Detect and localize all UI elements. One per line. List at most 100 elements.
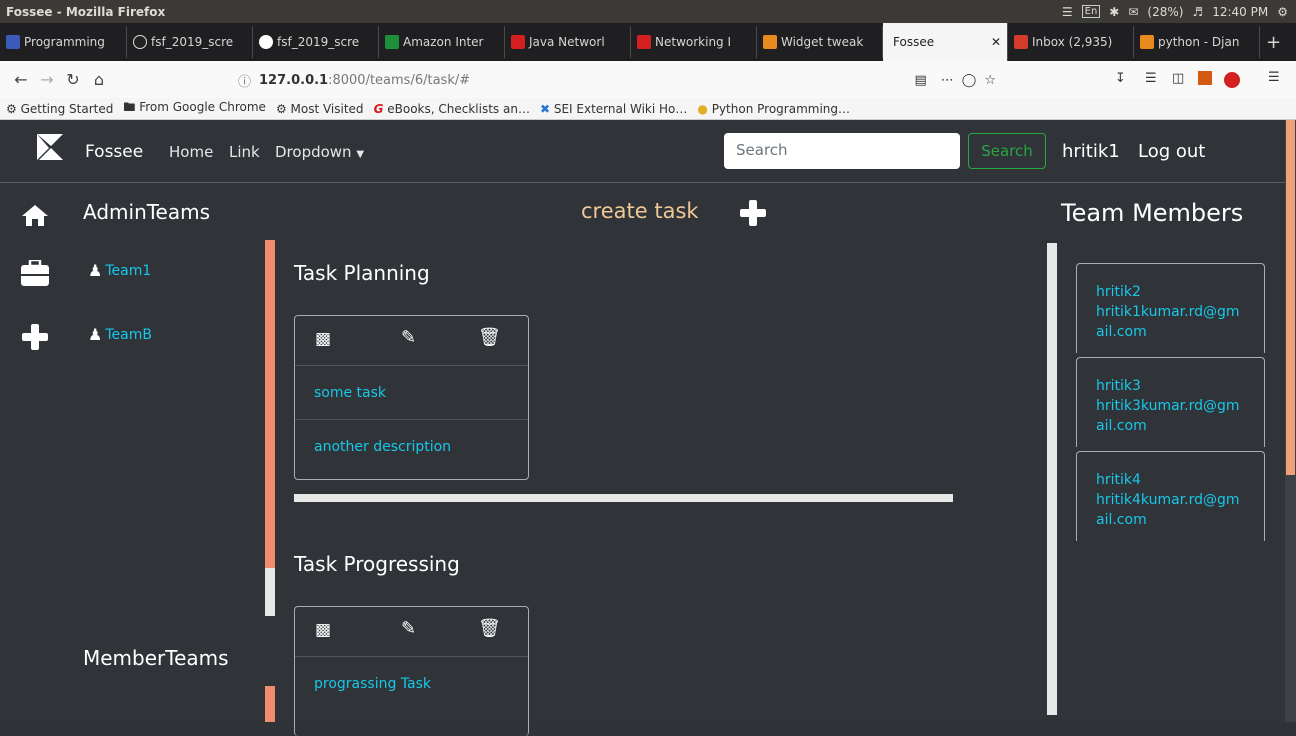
username-link[interactable]: hritik1 (1062, 141, 1120, 162)
extension-icon[interactable] (1198, 71, 1212, 85)
forward-icon[interactable]: → (34, 70, 60, 89)
tab-widget-tweak[interactable]: Widget tweak (757, 26, 883, 58)
section-title: Task Progressing (294, 552, 460, 576)
mail-icon[interactable]: ✉ (1128, 5, 1138, 19)
back-icon[interactable]: ← (8, 70, 34, 89)
admin-teams-heading: AdminTeams (83, 200, 211, 224)
section-separator (294, 494, 953, 502)
bookmark-from-google-chrome[interactable]: 🖿 From Google Chrome (123, 98, 266, 119)
language-indicator[interactable]: En (1081, 5, 1101, 18)
download-icon[interactable]: ↧ (1115, 71, 1126, 86)
tab-google-1[interactable]: fsf_2019_scre (253, 26, 379, 58)
tab-java-network[interactable]: Java Networl (505, 26, 631, 58)
nav-dropdown[interactable]: Dropdown ▼ (275, 143, 364, 161)
team-link-team1[interactable]: ♟ Team1 (88, 261, 151, 280)
book-icon[interactable]: ▩ (315, 329, 331, 349)
tab-python-django[interactable]: python - Djan (1134, 26, 1260, 58)
bookmarks-toolbar: ⚙ Getting Started 🖿 From Google Chrome ⚙… (0, 98, 1296, 120)
search-input[interactable]: Search (724, 133, 960, 169)
url-bar[interactable]: ⓘ 127.0.0.1:8000/teams/6/task/# ▤ ⋯ ◯ ☆ (238, 66, 996, 94)
task-card: ▩ ✎ 🗑 prograssing Task (294, 606, 529, 736)
reload-icon[interactable]: ↻ (60, 70, 86, 89)
search-button[interactable]: Search (968, 133, 1046, 169)
battery-level[interactable]: (28%) (1147, 5, 1183, 19)
wifi-icon[interactable]: ☰ (1062, 5, 1073, 19)
logout-link[interactable]: Log out (1138, 141, 1205, 162)
member-email: hritik3kumar.rd@gmail.com (1096, 398, 1240, 434)
tab-inbox[interactable]: Inbox (2,935) (1008, 26, 1134, 58)
member-card[interactable]: hritik4 hritik4kumar.rd@gmail.com (1076, 451, 1265, 541)
trash-icon[interactable]: 🗑 (478, 618, 501, 639)
home-icon[interactable]: ⌂ (86, 70, 112, 89)
brand-link[interactable]: Fossee (85, 142, 143, 162)
page-scrollbar[interactable] (1285, 120, 1296, 722)
member-name: hritik2 (1096, 284, 1141, 300)
create-task-link[interactable]: create task (581, 199, 699, 223)
task-card-actions: ▩ ✎ 🗑 (295, 316, 528, 366)
trash-icon[interactable]: 🗑 (478, 327, 501, 348)
menu-icon[interactable]: ☰ (1268, 70, 1280, 85)
adblock-icon[interactable] (1224, 72, 1240, 88)
edit-icon[interactable]: ✎ (401, 327, 416, 348)
system-indicators: ☰ En ✱ ✉ (28%) ♬ 12:40 PM ⚙ (1062, 5, 1296, 19)
bookmark-python-programming[interactable]: ● Python Programming… (697, 102, 850, 116)
member-teams-heading: MemberTeams (83, 646, 229, 670)
tab-amazon[interactable]: Amazon Inter (379, 26, 505, 58)
bookmark-most-visited[interactable]: ⚙ Most Visited (276, 102, 364, 116)
library-icon[interactable]: ☰ (1145, 71, 1157, 86)
user-icon: ♟ (88, 261, 103, 280)
task-item[interactable]: another description (295, 420, 528, 474)
fossee-logo-icon[interactable] (35, 132, 65, 162)
edit-icon[interactable]: ✎ (401, 618, 416, 639)
bluetooth-icon[interactable]: ✱ (1109, 5, 1119, 19)
task-item[interactable]: prograssing Task (295, 657, 528, 711)
home-icon[interactable] (22, 204, 48, 226)
browser-nav-bar: ← → ↻ ⌂ ⓘ 127.0.0.1:8000/teams/6/task/# … (0, 61, 1296, 98)
scrollbar-thumb[interactable] (1286, 120, 1295, 475)
bookmark-ebooks[interactable]: G eBooks, Checklists an… (374, 102, 530, 116)
tab-favicon-icon (637, 35, 651, 49)
os-top-bar: Fossee - Mozilla Firefox ☰ En ✱ ✉ (28%) … (0, 0, 1296, 23)
settings-icon[interactable]: ⚙ (1277, 5, 1288, 19)
book-icon[interactable]: ▩ (315, 620, 331, 640)
clock[interactable]: 12:40 PM (1212, 5, 1268, 19)
left-divider-bar-bottom (265, 686, 275, 722)
bookmark-star-icon[interactable]: ☆ (984, 73, 996, 88)
new-tab-plus-icon[interactable]: + (1260, 32, 1281, 53)
tab-networking[interactable]: Networking I (631, 26, 757, 58)
url-host: 127.0.0.1 (259, 72, 329, 88)
volume-icon[interactable]: ♬ (1192, 5, 1203, 19)
task-item[interactable]: some task (295, 366, 528, 420)
caret-down-icon: ▼ (356, 149, 365, 160)
section-title: Task Planning (294, 261, 430, 285)
github-icon (133, 35, 147, 49)
tab-programming[interactable]: Programming (0, 26, 127, 58)
task-card-actions: ▩ ✎ 🗑 (295, 607, 528, 657)
right-divider-bar (1047, 243, 1057, 715)
tab-github-1[interactable]: fsf_2019_scre (127, 26, 253, 58)
page-actions-icon[interactable]: ⋯ (941, 73, 954, 88)
team-link-teamb[interactable]: ♟ TeamB (88, 325, 152, 344)
nav-home-link[interactable]: Home (169, 143, 213, 161)
browser-tab-strip: Programming fsf_2019_scre fsf_2019_scre … (0, 23, 1296, 61)
member-name: hritik3 (1096, 378, 1141, 394)
web-page: Fossee Home Link Dropdown ▼ Search Searc… (0, 120, 1296, 736)
sidebar-icon[interactable]: ◫ (1172, 71, 1184, 86)
reader-view-icon[interactable]: ▤ (914, 73, 926, 88)
info-icon[interactable]: ⓘ (238, 71, 251, 90)
team-members-heading: Team Members (1061, 199, 1244, 227)
close-tab-icon[interactable]: ✕ (991, 35, 1001, 49)
pocket-icon[interactable]: ◯ (962, 73, 977, 88)
member-email: hritik4kumar.rd@gmail.com (1096, 492, 1240, 528)
create-task-plus-icon[interactable] (740, 200, 766, 226)
member-card[interactable]: hritik2 hritik1kumar.rd@gmail.com (1076, 263, 1265, 353)
nav-link[interactable]: Link (229, 143, 260, 161)
bookmark-getting-started[interactable]: ⚙ Getting Started (6, 102, 113, 116)
member-email: hritik1kumar.rd@gmail.com (1096, 304, 1240, 340)
member-card[interactable]: hritik3 hritik3kumar.rd@gmail.com (1076, 357, 1265, 447)
bookmark-sei-wiki[interactable]: ✖ SEI External Wiki Ho… (540, 102, 687, 116)
tab-fossee[interactable]: Fossee ✕ (883, 23, 1008, 61)
plus-icon[interactable] (22, 324, 48, 350)
member-name: hritik4 (1096, 472, 1141, 488)
briefcase-icon[interactable] (21, 260, 49, 286)
